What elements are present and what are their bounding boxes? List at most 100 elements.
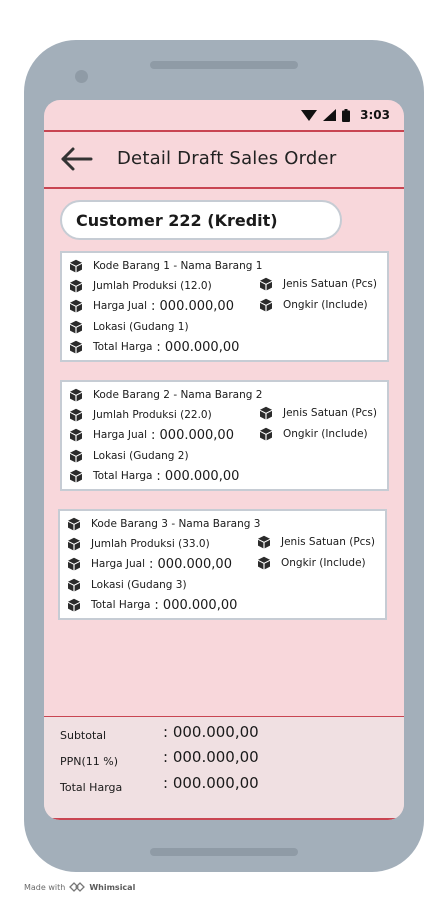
cube-icon <box>68 557 80 571</box>
item-unit-row: Jenis Satuan (Pcs) <box>259 276 377 292</box>
cube-icon <box>260 427 272 441</box>
customer-chip: Customer 222 (Kredit) <box>60 200 342 240</box>
cube-icon <box>68 598 80 612</box>
status-time: 3:03 <box>360 108 390 122</box>
ppn-value: : 000.000,00 <box>163 748 259 766</box>
item-shipping: Ongkir (Include) <box>283 299 368 311</box>
item-qty: Jumlah Produksi (12.0) <box>93 280 212 292</box>
item-qty-row: Jumlah Produksi (22.0) <box>69 407 212 423</box>
item-unit-row: Jenis Satuan (Pcs) <box>259 405 377 421</box>
item-price-label: Harga Jual <box>93 300 148 312</box>
cube-icon <box>70 320 82 334</box>
item-total-row: Total Harga: 000.000,00 <box>69 468 239 484</box>
item-shipping: Ongkir (Include) <box>281 557 366 569</box>
item-location: Lokasi (Gudang 3) <box>91 579 187 591</box>
item-qty: Jumlah Produksi (22.0) <box>93 409 212 421</box>
cube-icon <box>70 299 82 313</box>
total-label: Total Harga <box>60 781 123 794</box>
phone-frame: 3:03 Detail Draft Sales Order Customer 2… <box>24 40 424 872</box>
cube-icon <box>70 279 82 293</box>
item-qty: Jumlah Produksi (33.0) <box>91 538 210 550</box>
item-code: Kode Barang 2 - Nama Barang 2 <box>93 389 263 401</box>
item-price-row: Harga Jual: 000.000,00 <box>69 427 234 443</box>
item-location-row: Lokasi (Gudang 3) <box>67 577 187 593</box>
app-bar: Detail Draft Sales Order <box>44 132 404 187</box>
cube-icon <box>70 469 82 483</box>
subtotal-label: Subtotal <box>60 729 107 742</box>
item-price-value: : 000.000,00 <box>151 298 234 314</box>
wifi-icon <box>301 110 318 121</box>
item-unit: Jenis Satuan (Pcs) <box>281 536 376 548</box>
item-location: Lokasi (Gudang 2) <box>93 450 189 462</box>
screen: 3:03 Detail Draft Sales Order Customer 2… <box>44 100 404 820</box>
item-location: Lokasi (Gudang 1) <box>93 321 189 333</box>
watermark: Made with Whimsical <box>24 882 135 892</box>
item-location-row: Lokasi (Gudang 1) <box>69 319 189 335</box>
cube-icon <box>70 428 82 442</box>
item-qty-row: Jumlah Produksi (12.0) <box>69 278 212 294</box>
item-total-value: : 000.000,00 <box>156 339 240 355</box>
cube-icon <box>68 517 80 531</box>
item-total-row: Total Harga: 000.000,00 <box>69 339 239 355</box>
item-code-row: Kode Barang 1 - Nama Barang 1 <box>69 258 262 274</box>
item-location-row: Lokasi (Gudang 2) <box>69 448 189 464</box>
cube-icon <box>70 408 82 422</box>
item-code: Kode Barang 1 - Nama Barang 1 <box>93 260 263 272</box>
watermark-prefix: Made with <box>24 882 66 892</box>
item-card: Kode Barang 2 - Nama Barang 2 Jumlah Prod… <box>60 380 389 491</box>
cube-icon <box>260 406 272 420</box>
ppn-label: PPN(11 %) <box>60 755 119 768</box>
customer-label: Customer 222 (Kredit) <box>76 210 278 230</box>
watermark-brand: Whimsical <box>89 882 136 892</box>
cube-icon <box>258 535 270 549</box>
arrow-left-icon[interactable] <box>60 146 94 172</box>
signal-icon <box>323 109 337 121</box>
cube-icon <box>70 259 82 273</box>
item-card: Kode Barang 1 - Nama Barang 1 Jumlah Prod… <box>60 251 389 362</box>
cube-icon <box>70 449 82 463</box>
item-price-row: Harga Jual: 000.000,00 <box>67 556 232 572</box>
item-total-label: Total Harga <box>93 341 153 353</box>
item-total-value: : 000.000,00 <box>156 468 240 484</box>
camera <box>75 70 88 83</box>
cube-icon <box>260 298 272 312</box>
cube-icon <box>70 340 82 354</box>
item-total-label: Total Harga <box>93 470 153 482</box>
item-code-row: Kode Barang 2 - Nama Barang 2 <box>69 387 262 403</box>
item-shipping-row: Ongkir (Include) <box>259 297 368 313</box>
home-bar[interactable] <box>150 848 298 856</box>
page-title: Detail Draft Sales Order <box>117 148 337 169</box>
cube-icon <box>68 537 80 551</box>
item-code-row: Kode Barang 3 - Nama Barang 3 <box>67 516 260 532</box>
cube-icon <box>70 388 82 402</box>
whimsical-logo-icon <box>69 882 86 892</box>
battery-icon <box>342 108 351 122</box>
item-shipping-row: Ongkir (Include) <box>257 555 366 571</box>
cube-icon <box>68 578 80 592</box>
status-bar: 3:03 <box>44 100 404 130</box>
total-value: : 000.000,00 <box>163 774 259 792</box>
item-total-row: Total Harga: 000.000,00 <box>67 597 237 613</box>
item-qty-row: Jumlah Produksi (33.0) <box>67 536 210 552</box>
summary-panel: Subtotal : 000.000,00 PPN(11 %) : 000.00… <box>44 717 404 820</box>
appbar-divider <box>44 187 404 189</box>
cube-icon <box>258 556 270 570</box>
item-price-value: : 000.000,00 <box>149 556 232 572</box>
item-shipping-row: Ongkir (Include) <box>259 426 368 442</box>
subtotal-value: : 000.000,00 <box>163 723 259 741</box>
cube-icon <box>260 277 272 291</box>
item-total-value: : 000.000,00 <box>154 597 238 613</box>
item-code: Kode Barang 3 - Nama Barang 3 <box>91 518 261 530</box>
speaker <box>150 61 298 69</box>
item-shipping: Ongkir (Include) <box>283 428 368 440</box>
item-total-label: Total Harga <box>91 599 151 611</box>
bottom-divider <box>44 818 404 820</box>
item-unit: Jenis Satuan (Pcs) <box>283 407 378 419</box>
item-price-label: Harga Jual <box>91 558 146 570</box>
item-price-row: Harga Jual: 000.000,00 <box>69 298 234 314</box>
item-unit: Jenis Satuan (Pcs) <box>283 278 378 290</box>
item-card: Kode Barang 3 - Nama Barang 3 Jumlah Prod… <box>58 509 387 620</box>
item-price-value: : 000.000,00 <box>151 427 234 443</box>
item-unit-row: Jenis Satuan (Pcs) <box>257 534 375 550</box>
item-price-label: Harga Jual <box>93 429 148 441</box>
